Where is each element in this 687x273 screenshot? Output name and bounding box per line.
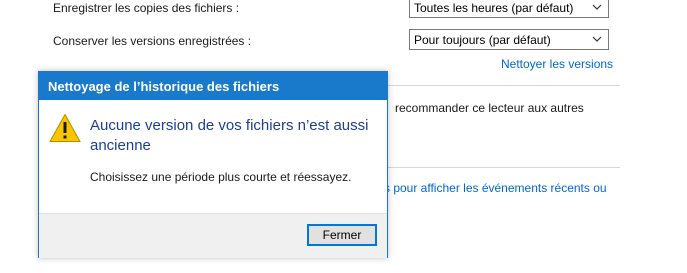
- warning-icon: [49, 113, 81, 142]
- close-button[interactable]: Fermer: [307, 224, 377, 246]
- chevron-down-icon: [592, 4, 602, 10]
- event-logs-link[interactable]: s pour afficher les événements récents o…: [384, 181, 607, 195]
- keep-versions-label: Conserver les versions enregistrées :: [53, 34, 252, 48]
- section-divider: [388, 167, 620, 168]
- cleanup-versions-link[interactable]: Nettoyer les versions: [501, 57, 613, 71]
- dialog-content-text: Choisissez une période plus courte et ré…: [90, 170, 352, 184]
- dialog-footer: Fermer: [39, 213, 387, 258]
- save-copies-value: Toutes les heures (par défaut): [414, 1, 574, 15]
- keep-versions-dropdown[interactable]: Pour toujours (par défaut): [409, 29, 609, 50]
- dialog-title: Nettoyage de l’historique des fichiers: [39, 72, 387, 100]
- chevron-down-icon: [592, 36, 602, 42]
- save-copies-dropdown[interactable]: Toutes les heures (par défaut): [409, 0, 609, 18]
- recommend-drive-text: recommander ce lecteur aux autres: [395, 101, 584, 115]
- dialog-main-instruction: Aucune version de vos fichiers n’est aus…: [90, 117, 369, 154]
- cleanup-error-dialog: Nettoyage de l’historique des fichiers A…: [38, 71, 388, 258]
- section-divider: [388, 85, 620, 86]
- file-history-advanced-settings: Enregistrer les copies des fichiers : To…: [0, 0, 687, 273]
- save-copies-label: Enregistrer les copies des fichiers :: [53, 1, 240, 15]
- keep-versions-value: Pour toujours (par défaut): [414, 33, 551, 47]
